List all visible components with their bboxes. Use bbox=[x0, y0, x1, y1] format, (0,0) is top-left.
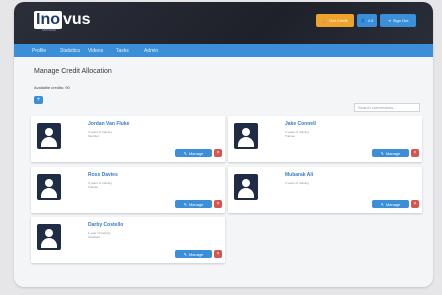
add-button[interactable]: + bbox=[34, 96, 43, 104]
delete-button[interactable]: × bbox=[214, 200, 222, 208]
edit-icon: ✎ bbox=[380, 201, 384, 207]
edit-icon: ✎ bbox=[183, 150, 187, 156]
manage-label: Manage bbox=[188, 251, 204, 257]
connection-role: Member bbox=[88, 134, 100, 138]
connection-name[interactable]: Darby Costello bbox=[88, 222, 123, 228]
manage-button[interactable]: ✎ Manage bbox=[175, 250, 212, 258]
main-nav: Profile Statistics Videos Tasks Admin bbox=[14, 44, 433, 57]
user-menu-label: 4.3 bbox=[367, 18, 374, 23]
page-title: Manage Credit Allocation bbox=[34, 68, 112, 75]
connection-name[interactable]: Mubarak Ali bbox=[285, 172, 313, 178]
delete-button[interactable]: × bbox=[214, 250, 222, 258]
delete-button[interactable]: × bbox=[411, 149, 419, 157]
connection-name[interactable]: Jake Connell bbox=[285, 121, 316, 127]
avatar bbox=[37, 174, 61, 200]
nav-item-admin[interactable]: Admin bbox=[144, 48, 172, 54]
connection-role: Assistant bbox=[88, 235, 101, 239]
manage-button[interactable]: ✎ Manage bbox=[372, 200, 409, 208]
get-credit-label: Get Credit bbox=[329, 18, 348, 23]
nav-item-videos[interactable]: Videos bbox=[88, 48, 116, 54]
exit-icon: ⇥ bbox=[387, 18, 391, 23]
manage-label: Manage bbox=[385, 150, 401, 156]
connection-name[interactable]: Ross Davies bbox=[88, 172, 118, 178]
manage-label: Manage bbox=[385, 201, 401, 207]
connection-card: Darby Costello 1 year of training Assist… bbox=[31, 217, 225, 263]
manage-button[interactable]: ✎ Manage bbox=[175, 149, 212, 157]
cart-icon: 🛒 bbox=[322, 18, 328, 23]
avatar bbox=[37, 224, 61, 250]
manage-button[interactable]: ✎ Manage bbox=[175, 200, 212, 208]
connection-card: Jake Connell 3 years of training Trainee… bbox=[228, 116, 422, 162]
get-credit-button[interactable]: 🛒 Get Credit bbox=[316, 14, 354, 27]
user-menu-button[interactable]: 👤 4.3 bbox=[357, 14, 377, 27]
delete-button[interactable]: × bbox=[411, 200, 419, 208]
connection-card: Ross Davies 3 years of training Trainee … bbox=[31, 167, 225, 213]
connection-card: Jordan Van Fluke 3 years of training Mem… bbox=[31, 116, 225, 162]
nav-item-statistics[interactable]: Statistics bbox=[60, 48, 88, 54]
connection-card: Mubarak Ali 3 years of training ✎ Manage… bbox=[228, 167, 422, 213]
avatar bbox=[234, 123, 258, 149]
avatar bbox=[234, 174, 258, 200]
avatar bbox=[37, 123, 61, 149]
nav-item-profile[interactable]: Profile bbox=[32, 48, 60, 54]
edit-icon: ✎ bbox=[183, 251, 187, 257]
nav-item-tasks[interactable]: Tasks bbox=[116, 48, 144, 54]
delete-button[interactable]: × bbox=[214, 149, 222, 157]
manage-button[interactable]: ✎ Manage bbox=[372, 149, 409, 157]
connection-role: Trainee bbox=[285, 134, 296, 138]
user-icon: 👤 bbox=[360, 18, 366, 23]
manage-label: Manage bbox=[188, 150, 204, 156]
available-credits: Available credits: 90 bbox=[34, 85, 70, 90]
sign-out-button[interactable]: ⇥ Sign Out bbox=[380, 14, 416, 27]
edit-icon: ✎ bbox=[380, 150, 384, 156]
edit-icon: ✎ bbox=[183, 201, 187, 207]
logo-text: vus bbox=[63, 11, 91, 28]
connection-role: Trainee bbox=[88, 185, 99, 189]
search-input[interactable]: Search connections... bbox=[354, 103, 420, 112]
logo-subtitle: Medical bbox=[42, 27, 56, 32]
sign-out-label: Sign Out bbox=[392, 18, 409, 23]
connection-name[interactable]: Jordan Van Fluke bbox=[88, 121, 129, 127]
app-window: Ino vus Medical 🛒 Get Credit 👤 4.3 ⇥ Sig… bbox=[14, 2, 433, 287]
manage-label: Manage bbox=[188, 201, 204, 207]
header: Ino vus Medical 🛒 Get Credit 👤 4.3 ⇥ Sig… bbox=[14, 2, 433, 44]
connection-training: 3 years of training bbox=[285, 181, 309, 185]
